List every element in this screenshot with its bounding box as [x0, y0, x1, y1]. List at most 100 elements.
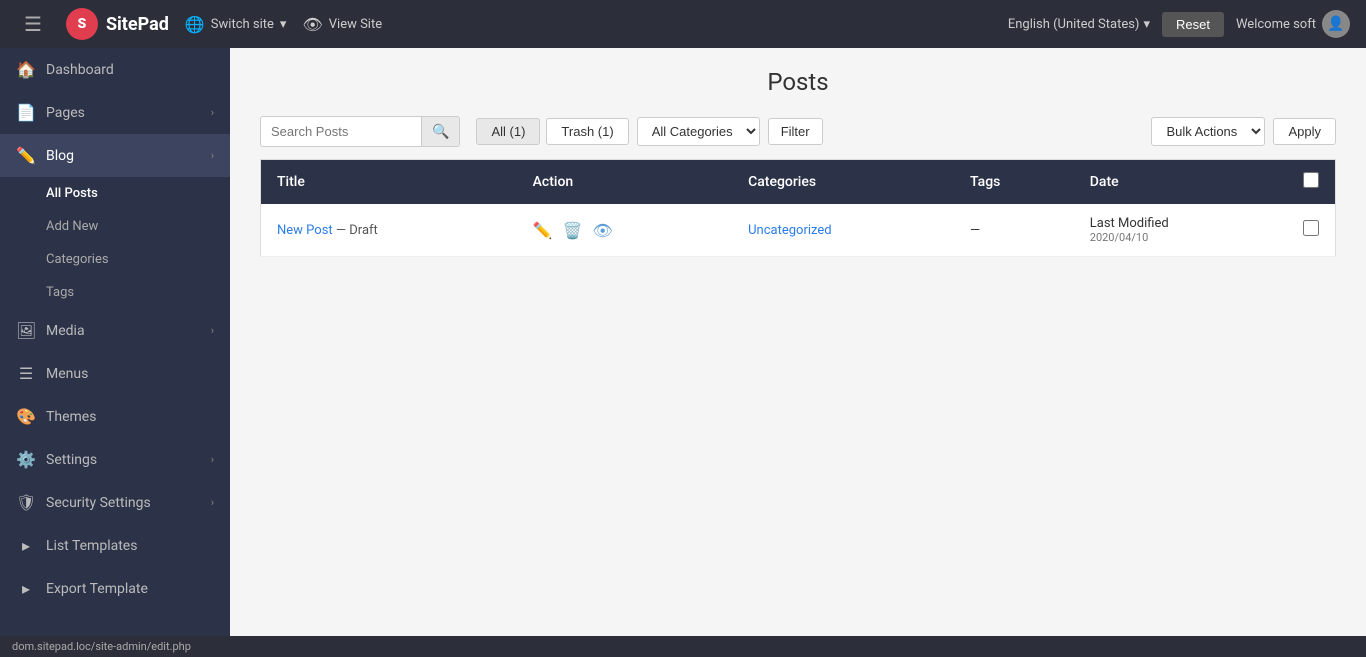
logo-text: SitePad	[106, 14, 169, 35]
pages-icon: 📄	[16, 103, 36, 122]
globe-icon: 🌐	[185, 15, 205, 34]
filter-button[interactable]: Filter	[768, 118, 823, 145]
lang-arrow: ▾	[1143, 17, 1150, 32]
welcome-text: Welcome soft 👤	[1236, 10, 1350, 38]
all-label: All	[491, 124, 505, 139]
post-checkbox-cell	[1287, 204, 1336, 257]
th-action: Action	[517, 160, 733, 205]
eye-icon: 👁	[302, 15, 322, 34]
all-posts-filter-button[interactable]: All (1)	[476, 118, 540, 145]
post-draft-label: — Draft	[336, 223, 378, 238]
language-selector[interactable]: English (United States) ▾	[1008, 17, 1150, 32]
post-action-cell: ✏️ 🗑️ 👁	[517, 204, 733, 257]
chevron-right-icon: ›	[211, 106, 214, 119]
settings-icon: ⚙️	[16, 450, 36, 469]
view-site-button[interactable]: 👁 View Site	[302, 15, 382, 34]
switch-site-arrow: ▾	[280, 17, 287, 32]
sidebar-item-label: Themes	[46, 409, 214, 425]
blog-icon: ✏️	[16, 146, 36, 165]
reset-button[interactable]: Reset	[1162, 12, 1224, 37]
th-checkbox	[1287, 160, 1336, 205]
view-icon[interactable]: 👁	[592, 221, 612, 240]
sidebar-item-menus[interactable]: ☰ Menus	[0, 352, 230, 395]
post-tags-cell: —	[954, 204, 1074, 257]
post-categories-cell: Uncategorized	[732, 204, 954, 257]
page-title: Posts	[260, 68, 1336, 96]
th-tags: Tags	[954, 160, 1074, 205]
sidebar-item-label: Dashboard	[46, 62, 214, 78]
shield-icon: 🛡	[16, 493, 36, 512]
user-avatar[interactable]: 👤	[1322, 10, 1350, 38]
sidebar-sub-item-categories[interactable]: Categories	[0, 243, 230, 276]
date-modified-label: Last Modified	[1090, 216, 1271, 231]
media-icon: 🖼	[16, 321, 36, 340]
post-title-link[interactable]: New Post	[277, 223, 333, 238]
top-navigation: ☰ S SitePad 🌐 Switch site ▾ 👁 View Site …	[0, 0, 1366, 48]
th-date: Date	[1074, 160, 1287, 205]
sidebar-item-label: Settings	[46, 452, 201, 468]
main-content: Posts 🔍 All (1) Trash (1)	[230, 48, 1366, 636]
search-input[interactable]	[261, 118, 421, 145]
export-template-icon: ▸	[16, 579, 36, 598]
sidebar-item-pages[interactable]: 📄 Pages ›	[0, 91, 230, 134]
sidebar-item-blog[interactable]: ✏️ Blog ›	[0, 134, 230, 177]
sidebar-item-settings[interactable]: ⚙️ Settings ›	[0, 438, 230, 481]
chevron-right-icon: ›	[211, 496, 214, 509]
add-new-label: Add New	[46, 219, 98, 234]
filter-btn-group: All (1) Trash (1)	[476, 118, 628, 145]
top-nav-right: English (United States) ▾ Reset Welcome …	[1008, 10, 1350, 38]
posts-container: Posts 🔍 All (1) Trash (1)	[230, 48, 1366, 636]
edit-icon[interactable]: ✏️	[533, 221, 553, 240]
list-templates-icon: ▸	[16, 536, 36, 555]
lang-label: English (United States)	[1008, 17, 1140, 32]
table-header-row: Title Action Categories Tags Date	[261, 160, 1336, 205]
sidebar-item-themes[interactable]: 🎨 Themes	[0, 395, 230, 438]
th-categories: Categories	[732, 160, 954, 205]
statusbar-url: dom.sitepad.loc/site-admin/edit.php	[12, 640, 191, 653]
toolbar: 🔍 All (1) Trash (1) All Categories Filte…	[260, 116, 1336, 147]
categories-dropdown[interactable]: All Categories	[637, 117, 760, 146]
sidebar-sub-item-add-new[interactable]: Add New	[0, 210, 230, 243]
select-all-checkbox[interactable]	[1303, 172, 1319, 188]
sidebar-item-label: Media	[46, 323, 201, 339]
sidebar-item-export-template[interactable]: ▸ Export Template	[0, 567, 230, 610]
themes-icon: 🎨	[16, 407, 36, 426]
statusbar: dom.sitepad.loc/site-admin/edit.php	[0, 636, 1366, 657]
category-link[interactable]: Uncategorized	[748, 223, 831, 238]
all-count: 1	[514, 124, 521, 139]
row-checkbox[interactable]	[1303, 220, 1319, 236]
logo: S SitePad	[66, 8, 169, 40]
post-title-cell: New Post — Draft	[261, 204, 517, 257]
th-title: Title	[261, 160, 517, 205]
post-date-cell: Last Modified 2020/04/10	[1074, 204, 1287, 257]
chevron-right-icon: ›	[211, 324, 214, 337]
sidebar-sub-item-all-posts[interactable]: All Posts	[0, 177, 230, 210]
all-posts-label: All Posts	[46, 186, 98, 201]
sidebar-item-label: Export Template	[46, 581, 214, 597]
sidebar-item-label: Menus	[46, 366, 214, 382]
bulk-actions-dropdown[interactable]: Bulk Actions	[1151, 117, 1265, 146]
action-icons: ✏️ 🗑️ 👁	[533, 221, 717, 240]
tags-label: Tags	[46, 285, 74, 300]
sidebar-sub-item-tags[interactable]: Tags	[0, 276, 230, 309]
delete-icon[interactable]: 🗑️	[563, 221, 583, 240]
date-value: 2020/04/10	[1090, 231, 1271, 244]
menus-icon: ☰	[16, 364, 36, 383]
view-site-label: View Site	[329, 17, 382, 32]
sidebar-item-security-settings[interactable]: 🛡 Security Settings ›	[0, 481, 230, 524]
search-wrapper: 🔍	[260, 116, 460, 147]
trash-count: 1	[602, 124, 609, 139]
welcome-label: Welcome soft	[1236, 17, 1316, 32]
sidebar-item-list-templates[interactable]: ▸ List Templates	[0, 524, 230, 567]
switch-site-button[interactable]: 🌐 Switch site ▾	[185, 15, 287, 34]
hamburger-menu-button[interactable]: ☰	[16, 8, 50, 41]
sidebar-item-media[interactable]: 🖼 Media ›	[0, 309, 230, 352]
chevron-down-icon: ›	[211, 149, 214, 162]
trash-filter-button[interactable]: Trash (1)	[546, 118, 628, 145]
sidebar-item-label: Blog	[46, 148, 201, 164]
sidebar-item-dashboard[interactable]: 🏠 Dashboard	[0, 48, 230, 91]
apply-button[interactable]: Apply	[1273, 118, 1336, 145]
categories-label: Categories	[46, 252, 109, 267]
trash-label: Trash	[561, 124, 594, 139]
search-button[interactable]: 🔍	[421, 117, 459, 146]
